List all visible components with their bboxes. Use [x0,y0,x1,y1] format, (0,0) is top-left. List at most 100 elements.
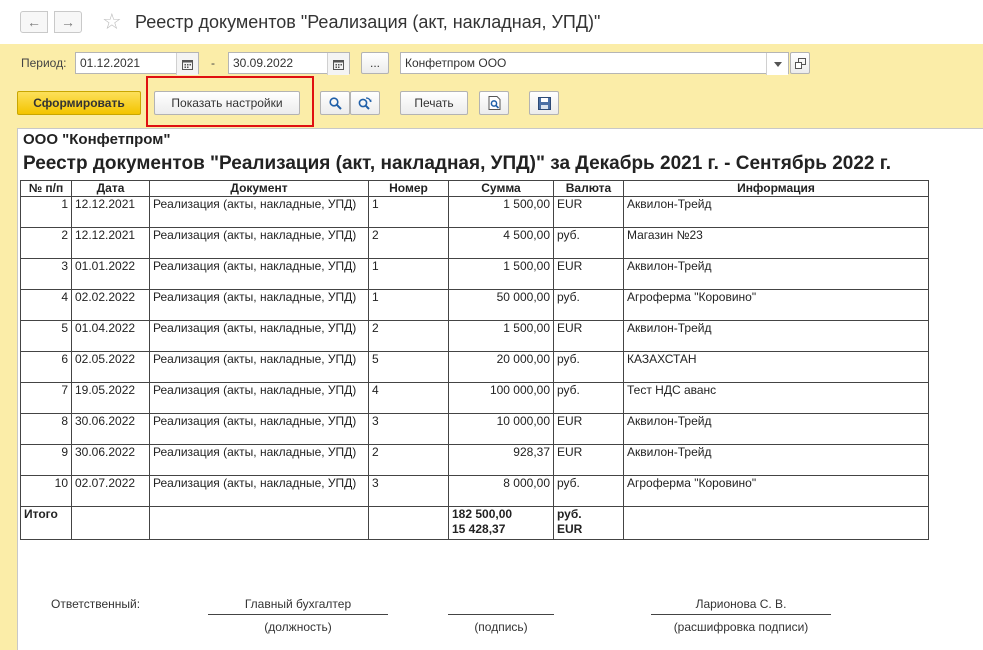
cell-document[interactable]: Реализация (акты, накладные, УПД) [149,320,369,352]
window-header: ← → ☆ Реестр документов "Реализация (акт… [0,0,983,44]
cell-info: Агроферма "Коровино" [623,475,929,507]
name-caption: (расшифровка подписи) [673,620,809,634]
date-from-value: 01.12.2021 [80,56,141,70]
cell-document[interactable]: Реализация (акты, накладные, УПД) [149,196,369,228]
find-next-button[interactable] [350,91,380,115]
cell-number: 8 [20,413,72,445]
print-preview-button[interactable] [479,91,509,115]
cell-date: 02.07.2022 [71,475,150,507]
cell-doc-number: 5 [368,351,449,383]
column-header: Валюта [553,180,624,197]
cell-sum: 1 500,00 [448,320,554,352]
cell-date: 01.04.2022 [71,320,150,352]
forward-button[interactable]: → [54,11,82,33]
total-empty-cell [368,506,449,540]
cell-sum: 20 000,00 [448,351,554,383]
cell-doc-number: 3 [368,413,449,445]
calendar-button[interactable] [176,53,198,75]
cell-currency: EUR [553,444,624,476]
period-select-button[interactable]: ... [361,52,389,74]
column-header: Сумма [448,180,554,197]
cell-document[interactable]: Реализация (акты, накладные, УПД) [149,227,369,259]
table-row[interactable]: 2 12.12.2021 Реализация (акты, накладные… [20,227,929,259]
cell-currency: EUR [553,196,624,228]
cell-document[interactable]: Реализация (акты, накладные, УПД) [149,475,369,507]
total-row: Итого 182 500,00 15 428,37 руб. EUR [20,506,929,540]
cell-sum: 50 000,00 [448,289,554,321]
table-row[interactable]: 4 02.02.2022 Реализация (акты, накладные… [20,289,929,321]
cell-doc-number: 1 [368,289,449,321]
cell-number: 10 [20,475,72,507]
table-row[interactable]: 3 01.01.2022 Реализация (акты, накладные… [20,258,929,290]
cell-date: 12.12.2021 [71,196,150,228]
cell-sum: 100 000,00 [448,382,554,414]
calendar-button[interactable] [327,53,349,75]
total-empty-cell [623,506,929,540]
generate-label: Сформировать [33,96,125,110]
cell-number: 6 [20,351,72,383]
cell-sum: 4 500,00 [448,227,554,259]
cell-document[interactable]: Реализация (акты, накладные, УПД) [149,382,369,414]
cell-info: Аквилон-Трейд [623,196,929,228]
responsible-label: Ответственный: [51,597,141,611]
cell-info: Тест НДС аванс [623,382,929,414]
search-next-icon [358,96,372,110]
table-row[interactable]: 9 30.06.2022 Реализация (акты, накладные… [20,444,929,476]
cell-sum: 1 500,00 [448,258,554,290]
cell-document[interactable]: Реализация (акты, накладные, УПД) [149,351,369,383]
column-header: Документ [149,180,369,197]
open-organization-button[interactable] [790,52,810,74]
column-header: Номер [368,180,449,197]
search-icon [328,96,342,110]
cell-doc-number: 1 [368,258,449,290]
print-button[interactable]: Печать [400,91,468,115]
cell-document[interactable]: Реализация (акты, накладные, УПД) [149,444,369,476]
generate-button[interactable]: Сформировать [17,91,141,115]
dropdown-button[interactable] [766,53,788,75]
name-line [651,614,831,615]
table-row[interactable]: 1 12.12.2021 Реализация (акты, накладные… [20,196,929,228]
total-currency-eur: EUR [557,522,583,536]
cell-sum: 928,37 [448,444,554,476]
arrow-left-icon: ← [27,14,41,30]
position-line [208,614,388,615]
total-sum-cell: 182 500,00 15 428,37 [448,506,554,540]
cell-currency: руб. [553,351,624,383]
cell-doc-number: 4 [368,382,449,414]
date-from-field[interactable]: 01.12.2021 [75,52,199,75]
print-preview-icon [488,96,500,110]
save-button[interactable] [529,91,559,115]
cell-info: КАЗАХСТАН [623,351,929,383]
cell-number: 1 [20,196,72,228]
cell-document[interactable]: Реализация (акты, накладные, УПД) [149,413,369,445]
cell-number: 9 [20,444,72,476]
total-sum-rub: 182 500,00 [452,507,513,522]
cell-info: Аквилон-Трейд [623,320,929,352]
cell-document[interactable]: Реализация (акты, накладные, УПД) [149,258,369,290]
date-to-field[interactable]: 30.09.2022 [228,52,350,75]
back-button[interactable]: ← [20,11,48,33]
table-row[interactable]: 10 02.07.2022 Реализация (акты, накладны… [20,475,929,507]
cell-sum: 8 000,00 [448,475,554,507]
table-row[interactable]: 5 01.04.2022 Реализация (акты, накладные… [20,320,929,352]
table-row[interactable]: 6 02.05.2022 Реализация (акты, накладные… [20,351,929,383]
organization-select[interactable]: Конфетпром ООО [400,52,789,75]
cell-doc-number: 2 [368,320,449,352]
total-currency-rub: руб. [557,507,582,522]
cell-date: 02.02.2022 [71,289,150,321]
cell-document[interactable]: Реализация (акты, накладные, УПД) [149,289,369,321]
cell-currency: EUR [553,320,624,352]
table-row[interactable]: 7 19.05.2022 Реализация (акты, накладные… [20,382,929,414]
column-header: Дата [71,180,150,197]
find-button[interactable] [320,91,350,115]
date-to-value: 30.09.2022 [233,56,294,70]
total-empty-cell [149,506,369,540]
table-row[interactable]: 8 30.06.2022 Реализация (акты, накладные… [20,413,929,445]
cell-currency: руб. [553,382,624,414]
cell-date: 30.06.2022 [71,444,150,476]
cell-doc-number: 2 [368,444,449,476]
cell-sum: 1 500,00 [448,196,554,228]
total-sum-eur: 15 428,37 [452,522,506,536]
floppy-disk-icon [537,96,551,110]
favorite-star-icon[interactable]: ☆ [102,9,122,35]
